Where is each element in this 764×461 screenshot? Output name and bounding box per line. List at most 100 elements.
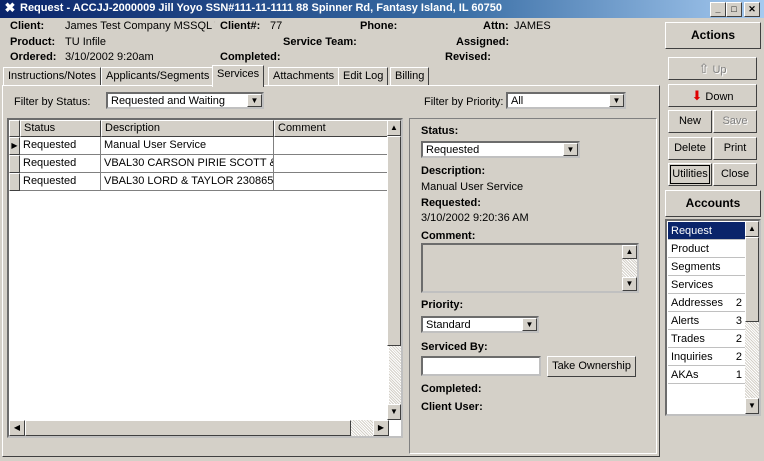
list-item-label: Inquiries — [671, 351, 713, 363]
scroll-down-arrow-icon[interactable]: ▼ — [387, 404, 401, 420]
maximize-button[interactable]: □ — [726, 2, 742, 17]
client-number-label: Client#: — [220, 20, 261, 32]
client-label: Client: — [10, 20, 45, 32]
accounts-scroll-thumb[interactable] — [745, 237, 759, 322]
completed-label: Completed: — [220, 51, 281, 63]
detail-priority-value: Standard — [426, 319, 471, 331]
cell-comment[interactable] — [274, 155, 389, 173]
list-item-segments[interactable]: Segments — [668, 258, 746, 276]
filter-status-label: Filter by Status: — [14, 96, 91, 108]
scroll-up-arrow-icon[interactable]: ▲ — [622, 245, 637, 259]
row-selector[interactable] — [9, 173, 20, 191]
list-item-trades[interactable]: Trades 2 — [668, 330, 746, 348]
x-app-icon: ✖ — [4, 0, 16, 15]
detail-client-user-label: Client User: — [421, 401, 483, 413]
chevron-down-icon[interactable]: ▼ — [609, 94, 624, 107]
tab-services[interactable]: Services — [212, 65, 265, 87]
chevron-down-icon[interactable]: ▼ — [247, 94, 262, 107]
service-team-label: Service Team: — [283, 36, 357, 48]
scroll-left-arrow-icon[interactable]: ◀ — [9, 420, 25, 436]
close-button[interactable]: Close — [713, 163, 757, 186]
detail-description-value: Manual User Service — [421, 181, 524, 193]
scroll-down-arrow-icon[interactable]: ▼ — [622, 277, 637, 291]
attn-label: Attn: — [483, 20, 509, 32]
item-count: 2 — [735, 333, 742, 345]
detail-serviced-by-label: Serviced By: — [421, 341, 488, 353]
tab-billing[interactable]: Billing — [390, 67, 430, 86]
utilities-button[interactable]: Utilities — [668, 163, 712, 186]
grid-hscroll-thumb[interactable] — [25, 420, 351, 436]
comment-scrollbar[interactable]: ▲ ▼ — [622, 245, 637, 291]
list-item-product[interactable]: Product — [668, 240, 746, 258]
scroll-up-arrow-icon[interactable]: ▲ — [387, 120, 401, 136]
detail-comment-textarea[interactable]: ▲ ▼ — [421, 243, 639, 293]
detail-requested-label: Requested: — [421, 197, 481, 209]
tab-applicants-segments[interactable]: Applicants/Segments — [101, 67, 215, 86]
current-row-arrow-icon[interactable]: ▶ — [9, 137, 20, 155]
list-item-request[interactable]: Request — [668, 222, 746, 240]
services-grid[interactable]: Status Description Comment ▶ Requested M… — [7, 118, 403, 438]
filter-status-select[interactable]: Requested and Waiting ▼ — [106, 92, 264, 109]
grid-vertical-scrollbar[interactable]: ▲ ▼ — [387, 120, 401, 420]
new-button[interactable]: New — [668, 110, 712, 133]
delete-button[interactable]: Delete — [668, 137, 712, 160]
title-bar[interactable]: ✖ Request - ACCJJ-2000009 Jill Yoyo SSN#… — [0, 0, 764, 18]
scroll-right-arrow-icon[interactable]: ▶ — [373, 420, 389, 436]
accounts-list[interactable]: Request Product Segments Services Addres… — [665, 219, 761, 416]
detail-comment-label: Comment: — [421, 230, 476, 242]
scroll-down-arrow-icon[interactable]: ▼ — [745, 398, 759, 414]
tab-instructions-notes[interactable]: Instructions/Notes — [3, 67, 102, 86]
cell-status[interactable]: Requested — [20, 173, 101, 191]
scroll-up-arrow-icon[interactable]: ▲ — [745, 221, 759, 237]
cell-status[interactable]: Requested — [20, 137, 101, 155]
print-button[interactable]: Print — [713, 137, 757, 160]
cell-description[interactable]: VBAL30 CARSON PIRIE SCOTT & CO — [101, 155, 274, 173]
list-item-akas[interactable]: AKAs 1 — [668, 366, 746, 384]
cell-description[interactable]: Manual User Service — [101, 137, 274, 155]
close-window-button[interactable]: ✕ — [744, 2, 760, 17]
row-selector[interactable] — [9, 155, 20, 173]
product-value: TU Infile — [65, 36, 106, 48]
cell-comment[interactable] — [274, 173, 389, 191]
chevron-down-icon[interactable]: ▼ — [563, 143, 578, 156]
list-item-addresses[interactable]: Addresses 2 — [668, 294, 746, 312]
window-title: Request - ACCJJ-2000009 Jill Yoyo SSN#11… — [20, 2, 503, 14]
column-header-status[interactable]: Status — [20, 120, 101, 137]
detail-completed-label: Completed: — [421, 383, 482, 395]
detail-description-label: Description: — [421, 165, 486, 177]
cell-comment[interactable] — [274, 137, 389, 155]
client-number-value: 77 — [270, 20, 283, 32]
take-ownership-button[interactable]: Take Ownership — [547, 356, 636, 377]
down-button[interactable]: ⬇ Down — [668, 84, 757, 107]
list-item-label: Addresses — [671, 297, 723, 309]
detail-priority-label: Priority: — [421, 299, 464, 311]
save-button[interactable]: Save — [713, 110, 757, 133]
column-header-description[interactable]: Description — [101, 120, 274, 137]
chevron-down-icon[interactable]: ▼ — [522, 318, 537, 331]
arrow-down-icon: ⬇ — [691, 88, 703, 103]
list-item-alerts[interactable]: Alerts 3 — [668, 312, 746, 330]
cell-description[interactable]: VBAL30 LORD & TAYLOR 2308652 — [101, 173, 274, 191]
detail-priority-select[interactable]: Standard ▼ — [421, 316, 539, 333]
list-item-inquiries[interactable]: Inquiries 2 — [668, 348, 746, 366]
list-item-label: AKAs — [671, 369, 699, 381]
list-item-label: Product — [671, 243, 709, 255]
detail-status-select[interactable]: Requested ▼ — [421, 141, 580, 158]
phone-label: Phone: — [360, 20, 398, 32]
product-label: Product: — [10, 36, 56, 48]
list-item-label: Services — [671, 279, 714, 291]
serviced-by-input[interactable] — [421, 356, 541, 376]
cell-status[interactable]: Requested — [20, 155, 101, 173]
accounts-scrollbar[interactable]: ▲ ▼ — [745, 221, 759, 414]
column-header-comment[interactable]: Comment — [274, 120, 389, 137]
arrow-up-icon: ⇧ — [698, 61, 710, 76]
filter-priority-select[interactable]: All ▼ — [506, 92, 626, 109]
tab-attachments[interactable]: Attachments — [268, 67, 340, 86]
minimize-button[interactable]: _ — [710, 2, 726, 17]
list-item-services[interactable]: Services — [668, 276, 746, 294]
up-button[interactable]: ⇧ Up — [668, 57, 757, 80]
tab-edit-log[interactable]: Edit Log — [338, 67, 389, 86]
list-item-label: Alerts — [671, 315, 700, 327]
grid-horizontal-scrollbar[interactable]: ◀ ▶ — [9, 420, 389, 436]
grid-scroll-thumb[interactable] — [387, 136, 401, 346]
